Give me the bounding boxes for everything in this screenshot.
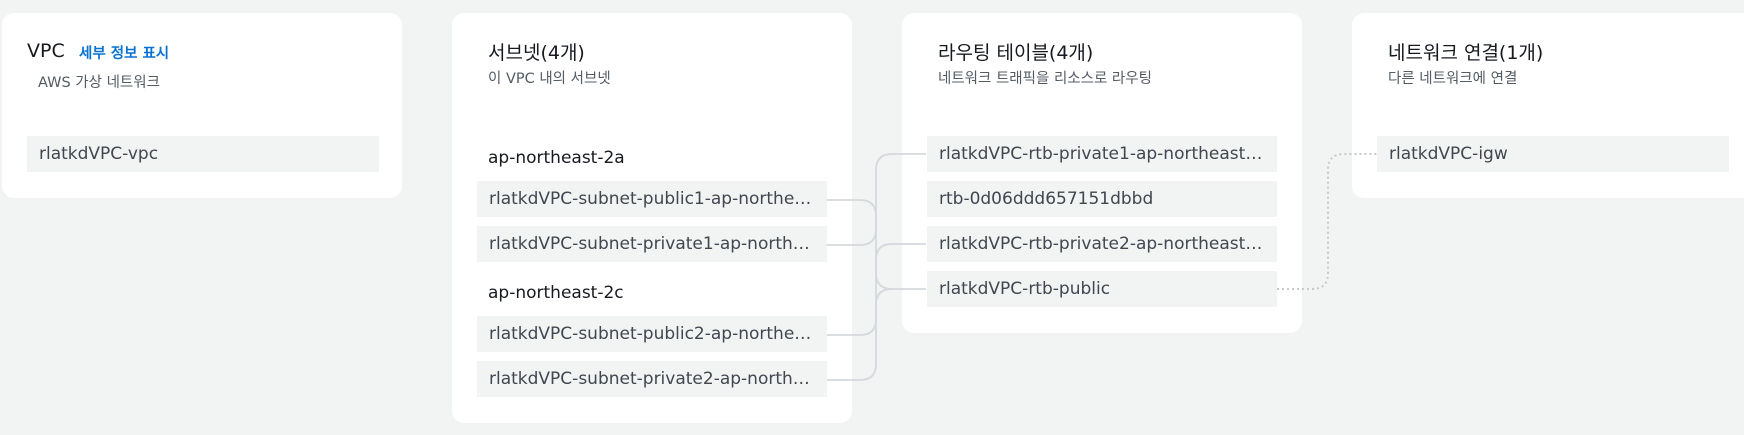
- route-tables-panel: 라우팅 테이블(4개) 네트워크 트래픽을 리소스로 라우팅 rlatkdVPC…: [902, 13, 1302, 333]
- vpc-title: VPC: [27, 40, 65, 62]
- subnets-panel: 서브넷(4개) 이 VPC 내의 서브넷 ap-northeast-2a rla…: [452, 13, 852, 423]
- network-connections-panel: 네트워크 연결(1개) 다른 네트워크에 연결 rlatkdVPC-igw: [1352, 13, 1744, 198]
- vpc-panel: VPC 세부 정보 표시 AWS 가상 네트워크 rlatkdVPC-vpc: [2, 13, 402, 198]
- route-table-item-private1[interactable]: rlatkdVPC-rtb-private1-ap-northeast-2a: [927, 136, 1277, 172]
- subnet-item-private2[interactable]: rlatkdVPC-subnet-private2-ap-northeast-2…: [477, 361, 827, 397]
- vpc-subtitle: AWS 가상 네트워크: [38, 75, 160, 91]
- az-label-2a: ap-northeast-2a: [488, 148, 625, 168]
- az-label-2c: ap-northeast-2c: [488, 283, 624, 303]
- network-connections-title: 네트워크 연결(1개): [1388, 42, 1544, 64]
- route-table-item-main[interactable]: rtb-0d06ddd657151dbbd: [927, 181, 1277, 217]
- route-table-item-public[interactable]: rlatkdVPC-rtb-public: [927, 271, 1277, 307]
- subnets-title: 서브넷(4개): [488, 42, 585, 64]
- route-tables-subtitle: 네트워크 트래픽을 리소스로 라우팅: [938, 71, 1152, 87]
- igw-item[interactable]: rlatkdVPC-igw: [1377, 136, 1729, 172]
- subnets-subtitle: 이 VPC 내의 서브넷: [488, 71, 611, 87]
- subnet-item-private1[interactable]: rlatkdVPC-subnet-private1-ap-northeast-2…: [477, 226, 827, 262]
- vpc-item[interactable]: rlatkdVPC-vpc: [27, 136, 379, 172]
- network-connections-subtitle: 다른 네트워크에 연결: [1388, 71, 1518, 87]
- route-table-item-private2[interactable]: rlatkdVPC-rtb-private2-ap-northeast-2c: [927, 226, 1277, 262]
- subnet-item-public1[interactable]: rlatkdVPC-subnet-public1-ap-northeast-2a: [477, 181, 827, 217]
- vpc-info-link[interactable]: 세부 정보 표시: [79, 42, 169, 63]
- subnet-item-public2[interactable]: rlatkdVPC-subnet-public2-ap-northeast-2c: [477, 316, 827, 352]
- route-tables-title: 라우팅 테이블(4개): [938, 42, 1094, 64]
